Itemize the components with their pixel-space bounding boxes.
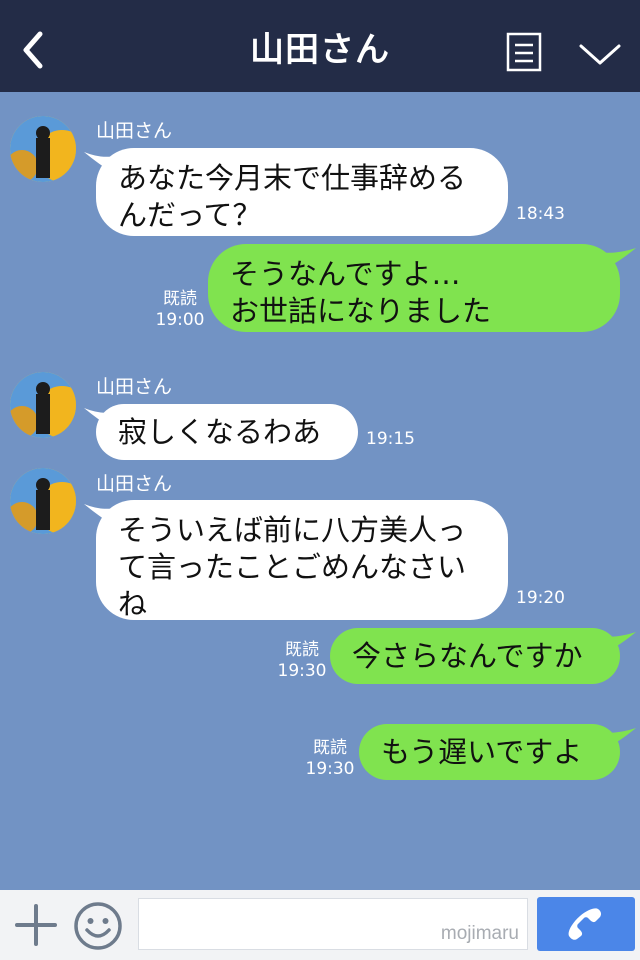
message-bubble[interactable]: あなた今月末で仕事辞める んだって？ (96, 148, 508, 236)
sender-name: 山田さん (96, 120, 173, 142)
avatar[interactable] (10, 372, 76, 438)
note-list-icon[interactable] (506, 32, 542, 72)
plus-icon[interactable] (14, 903, 58, 947)
message-line: あなた今月末で仕事辞める (118, 161, 467, 195)
message-time: 19:30 (277, 661, 327, 681)
avatar[interactable] (10, 468, 76, 534)
message-line: ね (118, 587, 148, 621)
smiley-icon[interactable] (72, 900, 124, 952)
message-line: そういえば前に八方美人っ (118, 513, 467, 547)
message-bubble[interactable]: 今さらなんですか (330, 628, 620, 684)
read-label: 既読 (163, 289, 197, 309)
read-label: 既読 (313, 738, 347, 758)
chevron-down-icon[interactable] (578, 40, 622, 68)
avatar[interactable] (10, 116, 76, 182)
read-receipt: 既読 19:30 (302, 738, 358, 780)
message-time: 19:00 (155, 310, 205, 330)
watermark: mojimaru (440, 923, 519, 944)
chat-title: 山田さん (250, 30, 390, 70)
sender-name: 山田さん (96, 473, 173, 495)
phone-icon (568, 908, 602, 940)
message-line: 寂しくなるわあ (118, 415, 322, 449)
message-bubble[interactable]: 寂しくなるわあ (96, 404, 358, 460)
message-line: お世話になりました (230, 294, 492, 328)
message-bubble[interactable]: そういえば前に八方美人っ て言ったことごめんなさい ね (96, 500, 508, 621)
call-button[interactable] (537, 897, 635, 951)
message-line: て言ったことごめんなさい (118, 550, 467, 584)
message-bubble[interactable]: そうなんですよ… お世話になりました (208, 244, 620, 332)
message-time: 18:43 (516, 204, 565, 224)
message-bubble[interactable]: もう遅いですよ (359, 724, 620, 780)
read-label: 既読 (285, 640, 319, 660)
chat-area[interactable]: 山田さん あなた今月末で仕事辞める んだって？ 18:43 そうなんですよ… お… (0, 92, 640, 890)
message-time: 19:15 (366, 429, 415, 449)
message-line: んだって？ (118, 198, 262, 232)
message-time: 19:20 (516, 588, 565, 608)
sender-name: 山田さん (96, 376, 173, 398)
message-time: 19:30 (305, 759, 355, 779)
message-line: そうなんですよ… (230, 257, 461, 291)
read-receipt: 既読 19:30 (274, 640, 330, 682)
message-line: 今さらなんですか (352, 639, 583, 673)
message-input[interactable]: mojimaru (138, 898, 528, 950)
message-line: もう遅いですよ (381, 735, 583, 769)
read-receipt: 既読 19:00 (152, 289, 208, 331)
